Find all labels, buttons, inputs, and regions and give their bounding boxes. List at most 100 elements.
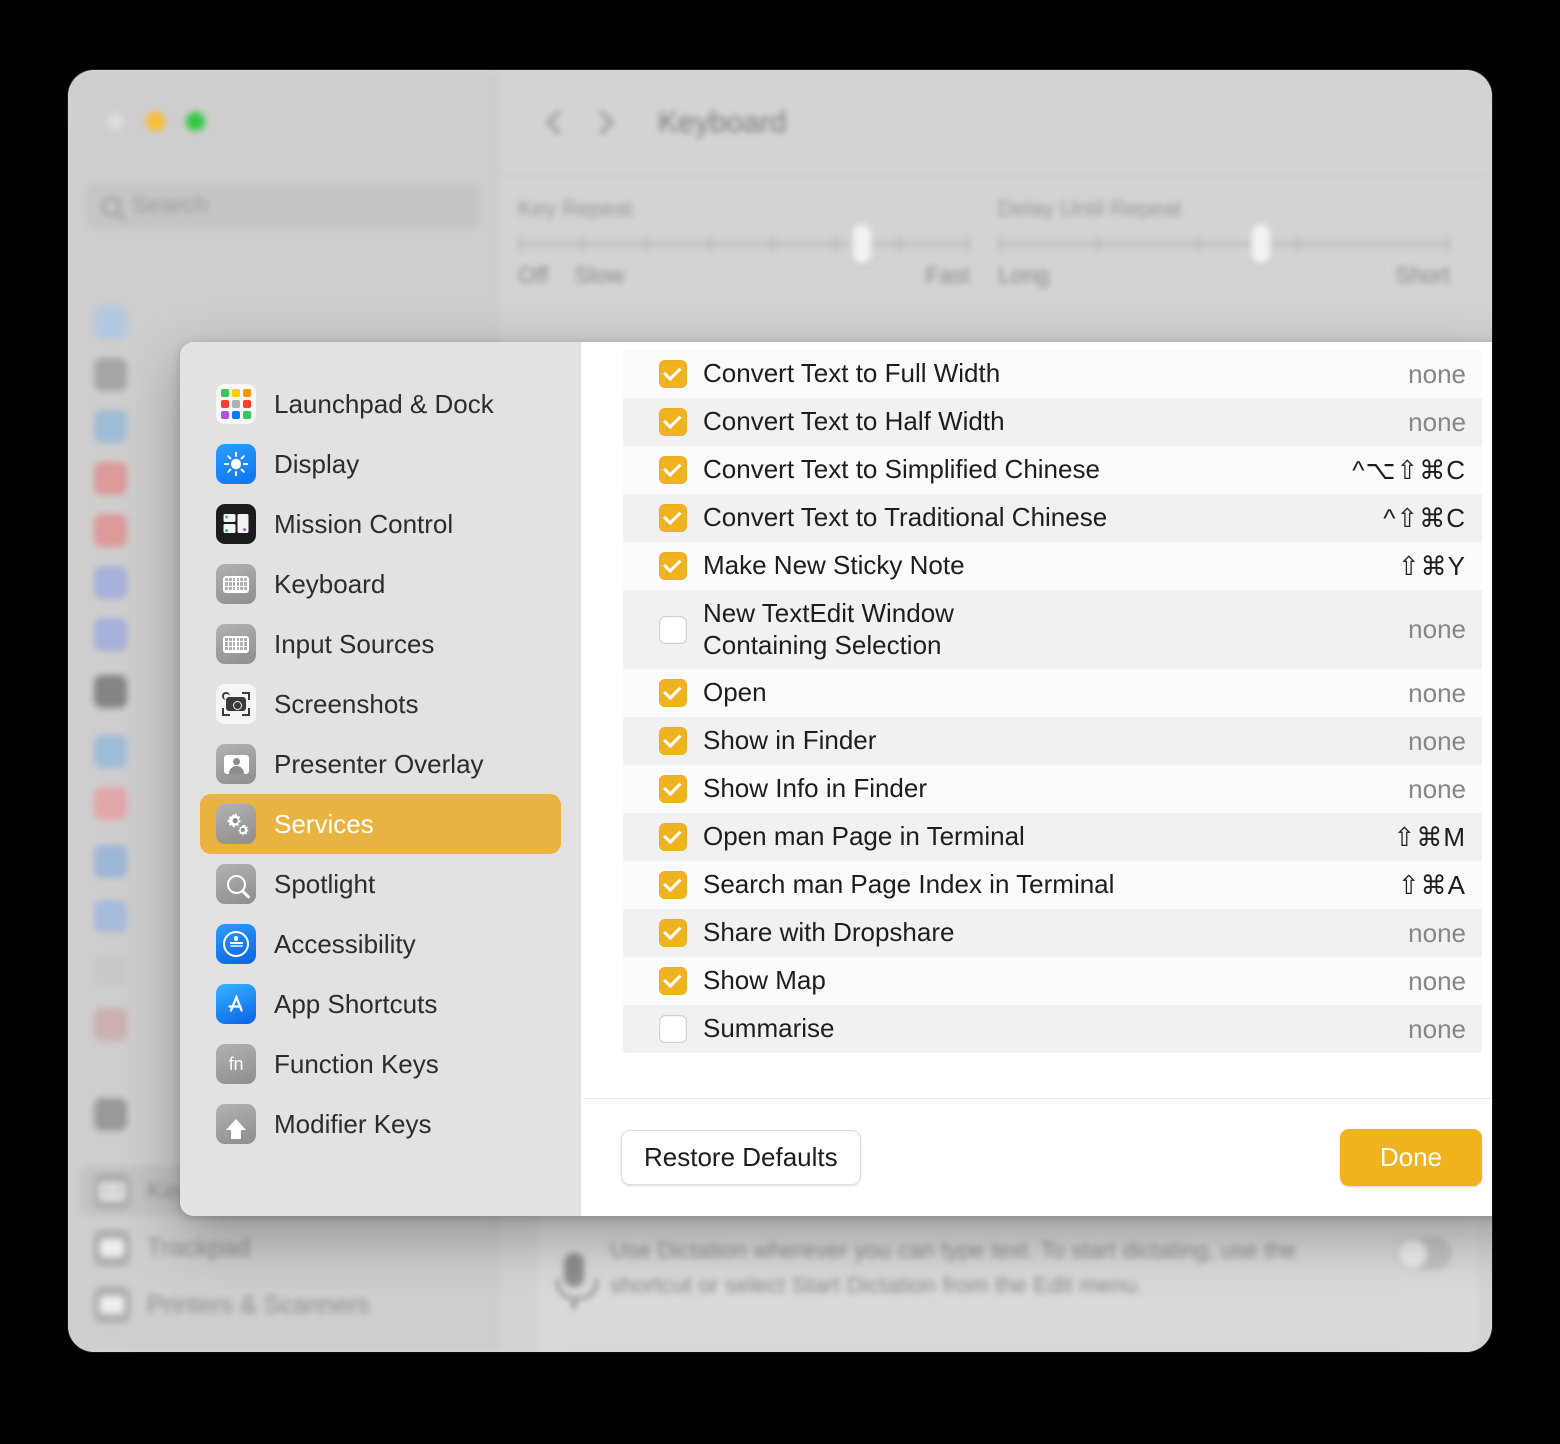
service-shortcut[interactable]: ⇧⌘M: [1394, 822, 1476, 853]
table-row[interactable]: Show Info in Finder none: [623, 765, 1482, 813]
service-checkbox[interactable]: [659, 823, 687, 851]
table-row[interactable]: Search man Page Index in Terminal ⇧⌘A: [623, 861, 1482, 909]
sidebar-item-accessibility[interactable]: Accessibility: [200, 914, 561, 974]
dictation-card: Use Dictation wherever you can type text…: [538, 1207, 1478, 1352]
sidebar-item-label: Display: [274, 448, 360, 479]
sidebar-item-label: Modifier Keys: [274, 1108, 432, 1139]
table-row[interactable]: Convert Text to Traditional Chinese ^⇧⌘C: [623, 494, 1482, 542]
service-shortcut[interactable]: none: [1408, 774, 1476, 805]
sidebar-item-printers-scanners[interactable]: Printers & Scanners: [80, 1280, 484, 1330]
close-button[interactable]: [106, 112, 125, 131]
service-label: Convert Text to Simplified Chinese: [703, 454, 1100, 485]
ghost-icon: [94, 358, 127, 391]
done-button[interactable]: Done: [1339, 1129, 1482, 1186]
sidebar-item-services[interactable]: Services: [200, 794, 561, 854]
slider-knob[interactable]: [1251, 224, 1272, 264]
traffic-lights: [106, 112, 205, 131]
table-row[interactable]: Open man Page in Terminal ⇧⌘M: [623, 813, 1482, 861]
table-row[interactable]: Show Map none: [623, 957, 1482, 1005]
service-shortcut[interactable]: none: [1408, 614, 1476, 645]
slider-caption: Key Repeat: [518, 196, 633, 220]
keyboard-icon: [94, 1173, 130, 1209]
service-checkbox[interactable]: [659, 871, 687, 899]
ghost-icon: [94, 462, 127, 495]
slider-track[interactable]: [998, 224, 1450, 264]
sidebar-item-modifier-keys[interactable]: Modifier Keys: [200, 1094, 561, 1154]
chevron-left-icon[interactable]: [546, 110, 571, 135]
display-icon: [216, 444, 256, 484]
sidebar-item-display[interactable]: Display: [200, 434, 561, 494]
service-label: Show Info in Finder: [703, 773, 928, 804]
sidebar-item-mission-control[interactable]: Mission Control: [200, 494, 561, 554]
service-shortcut[interactable]: ⇧⌘A: [1398, 870, 1476, 901]
table-row[interactable]: Convert Text to Half Width none: [623, 398, 1482, 446]
service-shortcut[interactable]: ^⇧⌘C: [1383, 503, 1476, 534]
slider-knob[interactable]: [852, 224, 873, 264]
service-shortcut[interactable]: ^⌥⇧⌘C: [1352, 455, 1476, 486]
service-shortcut[interactable]: ⇧⌘Y: [1398, 551, 1476, 582]
service-label: Show Map: [703, 965, 826, 996]
service-checkbox[interactable]: [659, 615, 687, 644]
service-label: Convert Text to Traditional Chinese: [703, 502, 1108, 533]
chevron-right-icon[interactable]: [589, 110, 614, 135]
search-input[interactable]: Search: [86, 183, 480, 229]
service-shortcut[interactable]: none: [1408, 918, 1476, 949]
service-shortcut[interactable]: none: [1408, 407, 1476, 438]
sidebar-item-label: Launchpad & Dock: [274, 388, 494, 419]
shift-arrow-icon: [216, 1104, 256, 1144]
search-icon: [102, 196, 121, 216]
service-checkbox[interactable]: [659, 552, 687, 580]
services-scroll-area[interactable]: Convert Text to Full Width none Convert Te…: [581, 342, 1492, 1098]
service-checkbox[interactable]: [659, 967, 687, 995]
service-checkbox[interactable]: [659, 1015, 687, 1043]
table-row[interactable]: Convert Text to Full Width none: [623, 350, 1482, 398]
service-shortcut[interactable]: none: [1408, 359, 1476, 390]
slider-end-label: Slow: [574, 262, 625, 288]
sidebar-item-function-keys[interactable]: fn Function Keys: [200, 1034, 561, 1094]
service-checkbox[interactable]: [659, 679, 687, 707]
service-shortcut[interactable]: none: [1408, 678, 1476, 709]
minimize-button[interactable]: [146, 112, 165, 131]
sidebar-item-presenter-overlay[interactable]: Presenter Overlay: [200, 734, 561, 794]
sidebar-item-screenshots[interactable]: Screenshots: [200, 674, 561, 734]
service-checkbox[interactable]: [659, 919, 687, 947]
sidebar-item-label: Spotlight: [274, 868, 376, 899]
service-checkbox[interactable]: [659, 727, 687, 755]
maximize-button[interactable]: [186, 112, 205, 131]
toolbar: Keyboard: [498, 70, 1492, 176]
delay-until-repeat-slider[interactable]: Delay Until Repeat Long Short: [998, 196, 1450, 306]
sidebar-item-input-sources[interactable]: Input Sources: [200, 614, 561, 674]
ghost-icon: [94, 1098, 127, 1131]
slider-track[interactable]: [518, 224, 970, 264]
table-row[interactable]: Show in Finder none: [623, 717, 1482, 765]
service-shortcut[interactable]: none: [1408, 726, 1476, 757]
service-checkbox[interactable]: [659, 504, 687, 532]
sidebar-item-keyboard[interactable]: Keyboard: [200, 554, 561, 614]
ghost-icon: [94, 618, 127, 651]
service-label: Convert Text to Half Width: [703, 406, 1005, 437]
app-store-icon: [216, 984, 256, 1024]
key-repeat-slider[interactable]: Key Repeat Off Slow Fast: [518, 196, 970, 306]
table-row[interactable]: Share with Dropshare none: [623, 909, 1482, 957]
table-row[interactable]: Open none: [623, 669, 1482, 717]
services-panel: Convert Text to Full Width none Convert Te…: [581, 342, 1492, 1216]
presenter-overlay-icon: [216, 744, 256, 784]
table-row[interactable]: New TextEdit Window Containing Selection…: [623, 590, 1482, 669]
slider-end-label: Long: [998, 262, 1050, 288]
table-row[interactable]: Convert Text to Simplified Chinese ^⌥⇧⌘C: [623, 446, 1482, 494]
service-label: Open: [703, 677, 767, 708]
service-checkbox[interactable]: [659, 456, 687, 484]
service-checkbox[interactable]: [659, 775, 687, 803]
table-row[interactable]: Summarise none: [623, 1005, 1482, 1053]
sidebar-item-spotlight[interactable]: Spotlight: [200, 854, 561, 914]
sidebar-item-launchpad-dock[interactable]: Launchpad & Dock: [200, 374, 561, 434]
table-row[interactable]: Make New Sticky Note ⇧⌘Y: [623, 542, 1482, 590]
service-checkbox[interactable]: [659, 360, 687, 388]
restore-defaults-button[interactable]: Restore Defaults: [621, 1130, 861, 1185]
dictation-toggle[interactable]: [1396, 1237, 1452, 1270]
sidebar-item-app-shortcuts[interactable]: App Shortcuts: [200, 974, 561, 1034]
sidebar-item-trackpad[interactable]: Trackpad: [80, 1223, 484, 1273]
service-shortcut[interactable]: none: [1408, 966, 1476, 997]
service-checkbox[interactable]: [659, 408, 687, 436]
service-shortcut[interactable]: none: [1408, 1014, 1476, 1045]
